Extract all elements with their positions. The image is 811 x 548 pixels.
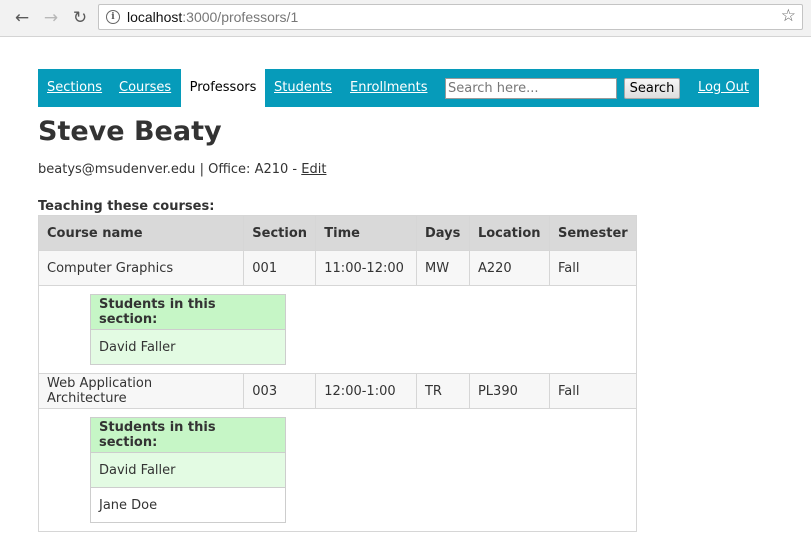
professor-meta: beatys@msudenver.edu | Office: A210 - Ed… bbox=[38, 162, 326, 177]
table-row: Computer Graphics 001 11:00-12:00 MW A22… bbox=[37, 250, 638, 286]
table-header-row: Course name Section Time Days Location S… bbox=[37, 215, 638, 251]
search-button[interactable]: Search bbox=[624, 78, 680, 99]
main-navbar: Sections Courses Professors Students Enr… bbox=[38, 69, 759, 107]
students-table: Students in this section: David Faller J… bbox=[90, 417, 286, 523]
time-cell: 11:00-12:00 bbox=[315, 250, 417, 286]
page-title: Steve Beaty bbox=[38, 116, 222, 147]
location-cell: PL390 bbox=[468, 373, 550, 409]
students-cell: Students in this section: David Faller J… bbox=[38, 408, 637, 532]
header-course-name: Course name bbox=[37, 215, 245, 251]
teaching-heading: Teaching these courses: bbox=[38, 199, 215, 214]
student-name: David Faller bbox=[90, 452, 286, 488]
bookmark-star-icon[interactable]: ☆ bbox=[781, 6, 796, 26]
section-cell: 001 bbox=[243, 250, 317, 286]
student-name: David Faller bbox=[90, 329, 286, 365]
header-section: Section bbox=[243, 215, 317, 251]
location-cell: A220 bbox=[468, 250, 550, 286]
forward-arrow-icon[interactable]: → bbox=[39, 6, 63, 30]
table-row: Web Application Architecture 003 12:00-1… bbox=[37, 373, 638, 409]
days-cell: MW bbox=[415, 250, 470, 286]
course-name-cell: Computer Graphics bbox=[37, 250, 245, 286]
meta-dash: - bbox=[292, 162, 298, 177]
meta-separator: | bbox=[199, 162, 204, 177]
address-bar[interactable]: i localhost:3000/professors/1 ☆ bbox=[98, 4, 803, 30]
header-semester: Semester bbox=[548, 215, 638, 251]
nav-link-sections[interactable]: Sections bbox=[47, 69, 102, 107]
courses-table: Course name Section Time Days Location S… bbox=[37, 215, 638, 532]
professor-email: beatys@msudenver.edu bbox=[38, 162, 196, 177]
student-name: Jane Doe bbox=[90, 487, 286, 523]
search-input[interactable] bbox=[445, 78, 617, 99]
edit-link[interactable]: Edit bbox=[301, 162, 326, 177]
semester-cell: Fall bbox=[548, 373, 638, 409]
reload-icon[interactable]: ↻ bbox=[68, 6, 92, 30]
header-location: Location bbox=[468, 215, 550, 251]
days-cell: TR bbox=[415, 373, 470, 409]
nav-link-courses[interactable]: Courses bbox=[119, 69, 171, 107]
browser-toolbar: ← → ↻ i localhost:3000/professors/1 ☆ bbox=[0, 0, 811, 37]
time-cell: 12:00-1:00 bbox=[315, 373, 417, 409]
students-row: Students in this section: David Faller J… bbox=[38, 408, 637, 532]
logout-link[interactable]: Log Out bbox=[698, 69, 749, 107]
nav-link-professors[interactable]: Professors bbox=[181, 69, 265, 107]
office-value: A210 bbox=[254, 162, 289, 177]
info-icon[interactable]: i bbox=[106, 10, 120, 24]
nav-link-students[interactable]: Students bbox=[274, 69, 332, 107]
url-text: localhost:3000/professors/1 bbox=[127, 9, 299, 25]
header-time: Time bbox=[315, 215, 417, 251]
students-cell: Students in this section: David Faller bbox=[38, 285, 637, 374]
course-name-cell: Web Application Architecture bbox=[37, 373, 245, 409]
students-heading: Students in this section: bbox=[90, 417, 286, 453]
section-cell: 003 bbox=[243, 373, 317, 409]
semester-cell: Fall bbox=[548, 250, 638, 286]
back-arrow-icon[interactable]: ← bbox=[10, 6, 34, 30]
header-days: Days bbox=[415, 215, 470, 251]
office-label: Office: bbox=[208, 162, 251, 177]
nav-link-enrollments[interactable]: Enrollments bbox=[350, 69, 427, 107]
students-table: Students in this section: David Faller bbox=[90, 294, 286, 365]
students-heading: Students in this section: bbox=[90, 294, 286, 330]
students-row: Students in this section: David Faller bbox=[38, 285, 637, 374]
